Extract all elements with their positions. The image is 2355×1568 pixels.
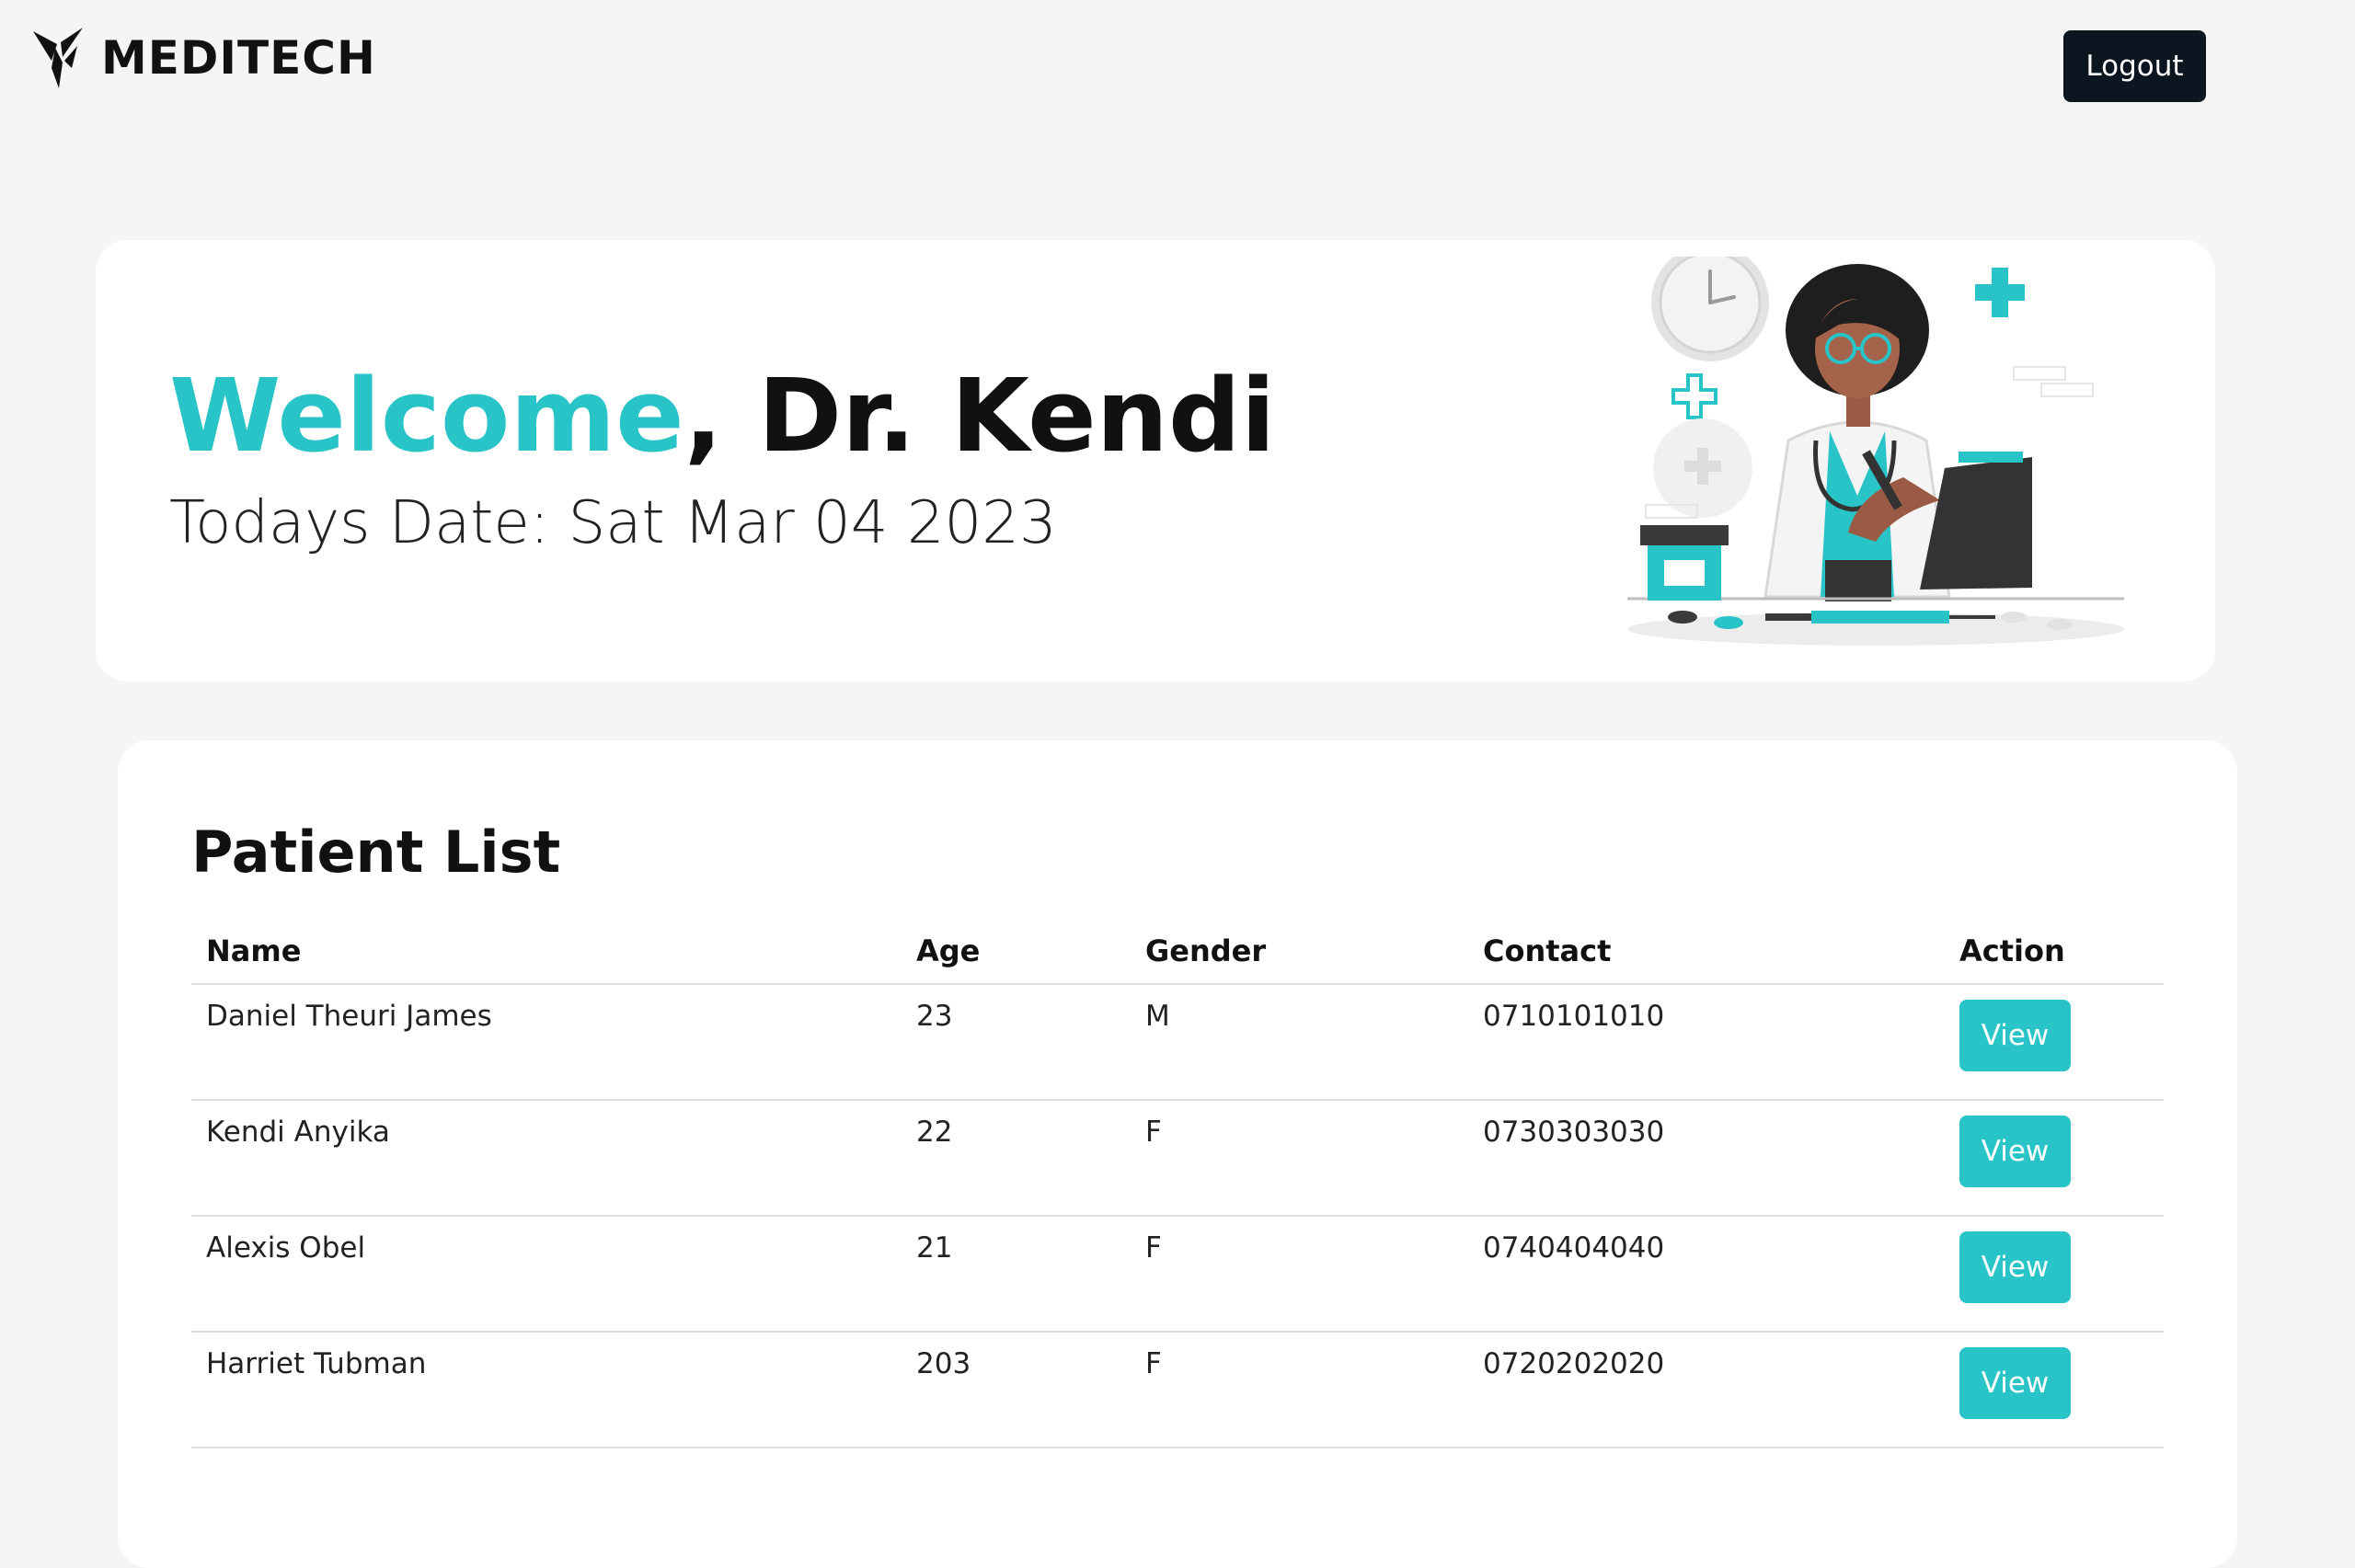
column-header-name: Name: [191, 933, 902, 985]
meditech-logo-icon: [33, 28, 83, 88]
today-date: Todays Date: Sat Mar 04 2023: [169, 489, 1057, 557]
patient-gender: M: [1131, 984, 1468, 1101]
view-patient-button[interactable]: View: [1959, 1116, 2071, 1187]
patient-name: Daniel Theuri James: [191, 984, 902, 1101]
patient-contact: 0730303030: [1468, 1100, 1945, 1217]
patient-action-cell: View: [1945, 1216, 2164, 1333]
view-patient-button[interactable]: View: [1959, 1231, 2071, 1303]
welcome-heading: Welcome, Dr. Kendi: [169, 355, 1275, 476]
column-header-gender: Gender: [1131, 933, 1468, 985]
patient-contact: 0710101010: [1468, 984, 1945, 1101]
patient-gender: F: [1131, 1332, 1468, 1448]
patient-age: 203: [902, 1332, 1131, 1448]
patient-action-cell: View: [1945, 1332, 2164, 1448]
welcome-word: Welcome: [169, 357, 684, 475]
patient-gender: F: [1131, 1100, 1468, 1217]
table-row: Harriet Tubman 203 F 0720202020 View: [191, 1332, 2164, 1448]
patient-action-cell: View: [1945, 984, 2164, 1101]
patient-gender: F: [1131, 1216, 1468, 1333]
view-patient-button[interactable]: View: [1959, 1000, 2071, 1071]
column-header-age: Age: [902, 933, 1131, 985]
patient-name: Alexis Obel: [191, 1216, 902, 1333]
column-header-contact: Contact: [1468, 933, 1945, 985]
patient-contact: 0720202020: [1468, 1332, 1945, 1448]
patient-contact: 0740404040: [1468, 1216, 1945, 1333]
patient-table: Name Age Gender Contact Action Daniel Th…: [191, 933, 2164, 1448]
table-row: Alexis Obel 21 F 0740404040 View: [191, 1216, 2164, 1333]
table-header-row: Name Age Gender Contact Action: [191, 933, 2164, 985]
doctor-illustration: [1627, 257, 2124, 646]
column-header-action: Action: [1945, 933, 2164, 985]
welcome-card: Welcome, Dr. Kendi Todays Date: Sat Mar …: [96, 240, 2215, 681]
patient-list-card: Patient List Name Age Gender Contact Act…: [118, 740, 2237, 1568]
patient-age: 23: [902, 984, 1131, 1101]
top-bar: MEDITECH Logout: [0, 0, 2355, 120]
brand[interactable]: MEDITECH: [31, 26, 376, 90]
patient-action-cell: View: [1945, 1100, 2164, 1217]
logout-button[interactable]: Logout: [2063, 30, 2206, 102]
brand-name: MEDITECH: [101, 31, 376, 85]
patient-age: 22: [902, 1100, 1131, 1217]
patient-name: Kendi Anyika: [191, 1100, 902, 1217]
view-patient-button[interactable]: View: [1959, 1347, 2071, 1419]
patient-list-title: Patient List: [191, 818, 561, 886]
patient-name: Harriet Tubman: [191, 1332, 902, 1448]
table-row: Kendi Anyika 22 F 0730303030 View: [191, 1100, 2164, 1217]
doctor-name: , Dr. Kendi: [684, 357, 1276, 475]
patient-age: 21: [902, 1216, 1131, 1333]
table-row: Daniel Theuri James 23 M 0710101010 View: [191, 984, 2164, 1101]
